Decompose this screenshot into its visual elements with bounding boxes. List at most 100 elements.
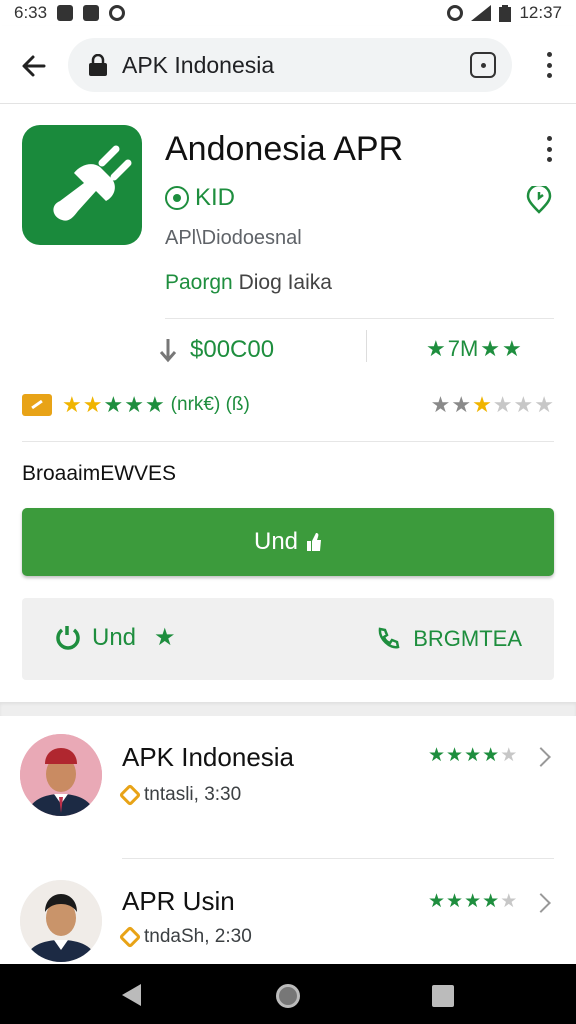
star-icon: ★ [82, 392, 103, 417]
chevron-right-icon [531, 893, 551, 913]
avatar [20, 880, 102, 962]
star-icon: ★ [154, 624, 176, 651]
star-icon: ★ [464, 891, 482, 912]
list-item-rating: ★ ★ ★ ★ ★ [428, 746, 517, 765]
star-icon: ★ [446, 891, 464, 912]
star-icon: ★ [103, 392, 124, 417]
downloads-value: $00C00 [190, 336, 275, 363]
browser-menu-icon[interactable] [546, 52, 552, 78]
star-icon: ★ [500, 745, 518, 766]
nav-recents-icon[interactable] [432, 985, 454, 1007]
list-item[interactable]: APK Indonesia tntasli, 3:30 ★ ★ ★ ★ ★ [0, 716, 576, 846]
app-title: Andonesia APR [165, 130, 404, 168]
star-icon: ★ [482, 891, 500, 912]
section-divider [0, 702, 576, 716]
list-item-title: APK Indonesia [122, 742, 295, 772]
developer-row[interactable]: KID [165, 184, 235, 212]
back-arrow-icon[interactable] [18, 50, 50, 82]
downloads-stat: $00C00 [158, 336, 274, 364]
nav-back-icon[interactable] [122, 984, 141, 1006]
plug-icon [53, 145, 132, 221]
list-item-title: APR Usin [122, 886, 235, 916]
star-icon: ★ [482, 745, 500, 766]
promo-heading: BroaaimEWVES [22, 462, 177, 485]
rating-stars: ★ ★ ★ ★ ★ [62, 394, 165, 416]
refresh-icon [56, 626, 80, 650]
badge-icon [22, 394, 52, 416]
star-icon: ★ [502, 336, 522, 361]
stats-row: $00C00 ★ 7M ★ ★ [0, 326, 576, 374]
star-icon: ★ [480, 336, 501, 361]
rating-label: 7M [447, 336, 479, 361]
app-category[interactable]: Paorgn Diog Iaika [165, 271, 332, 295]
list-item-meta: tndaSh, 2:30 [118, 925, 252, 949]
app-menu-icon[interactable] [546, 136, 552, 162]
star-icon: ★ [62, 392, 82, 417]
tab-switcher-icon[interactable] [470, 52, 496, 78]
star-icon: ★ [500, 891, 518, 912]
thumbs-up-icon [307, 533, 322, 551]
install-button[interactable]: Und [22, 508, 554, 576]
secondary-actions: Und ★ BRGMTEA [22, 598, 554, 680]
divider [165, 318, 554, 319]
star-icon: ★ [428, 891, 446, 912]
signal-icon [471, 5, 492, 21]
top-rating: ★ 7M ★ ★ [426, 336, 522, 362]
divider [22, 441, 554, 442]
install-label: Und [253, 528, 299, 555]
star-icon: ★ [426, 336, 446, 361]
chevron-right-icon [531, 747, 551, 767]
star-icon[interactable]: ★ [431, 394, 451, 416]
category-right: Diog Iaika [238, 271, 332, 294]
secondary-right-button[interactable]: BRGMTEA [375, 626, 522, 652]
developer-icon [165, 186, 189, 210]
list-item-meta-text: tntasli, 3:30 [144, 784, 242, 805]
nav-home-icon[interactable] [276, 984, 300, 1008]
divider [122, 858, 554, 859]
review-count: (nrk€) (ß) [170, 394, 250, 415]
star-icon[interactable]: ★ [514, 394, 534, 416]
divider [366, 330, 367, 362]
medal-icon [118, 783, 142, 807]
star-icon[interactable]: ★ [451, 394, 471, 416]
app-detail-card: Andonesia APR KID APl\Diodoesnal Paorgn … [0, 104, 576, 702]
status-clock: 12:37 [519, 3, 562, 22]
star-icon: ★ [428, 745, 446, 766]
category-left: Paorgn [165, 271, 233, 294]
battery-icon [499, 4, 512, 22]
rating-row: ★ ★ ★ ★ ★ (nrk€) (ß) ★ ★ ★ ★ ★ ★ [22, 390, 554, 420]
phone-icon [378, 627, 400, 649]
rate-stars[interactable]: ★ ★ ★ ★ ★ ★ [431, 394, 554, 416]
alarm-icon [447, 5, 464, 21]
secondary-left-label: Und [92, 624, 137, 651]
list-item-rating: ★ ★ ★ ★ ★ [428, 892, 517, 911]
star-icon: ★ [124, 392, 144, 417]
star-icon[interactable]: ★ [472, 394, 492, 416]
star-icon: ★ [446, 745, 464, 766]
url-text: APK Indonesia [122, 51, 275, 78]
notification-icon [57, 5, 74, 21]
lock-icon [89, 54, 107, 76]
person-photo [20, 880, 102, 962]
location-pin-icon[interactable] [526, 186, 552, 214]
download-icon [159, 339, 177, 363]
secondary-right-label: BRGMTEA [413, 626, 522, 651]
app-subtitle: APl\Diodoesnal [165, 227, 302, 249]
medal-icon [118, 925, 142, 949]
star-icon[interactable]: ★ [493, 394, 513, 416]
star-icon: ★ [144, 392, 165, 417]
developer-name: KID [195, 184, 236, 211]
star-icon: ★ [464, 745, 482, 766]
list-item-meta-text: tndaSh, 2:30 [144, 926, 252, 947]
star-icon[interactable]: ★ [534, 394, 554, 416]
notification-icon [109, 5, 126, 21]
browser-toolbar: APK Indonesia [0, 26, 576, 104]
status-time: 6:33 [14, 3, 48, 22]
address-bar[interactable]: APK Indonesia [68, 38, 512, 92]
secondary-left-button[interactable]: Und ★ [54, 624, 176, 652]
system-nav-bar [0, 964, 576, 1024]
notification-icon [83, 5, 100, 21]
avatar [20, 734, 102, 816]
status-bar: 6:33 12:37 [0, 0, 576, 26]
app-icon [22, 125, 142, 245]
